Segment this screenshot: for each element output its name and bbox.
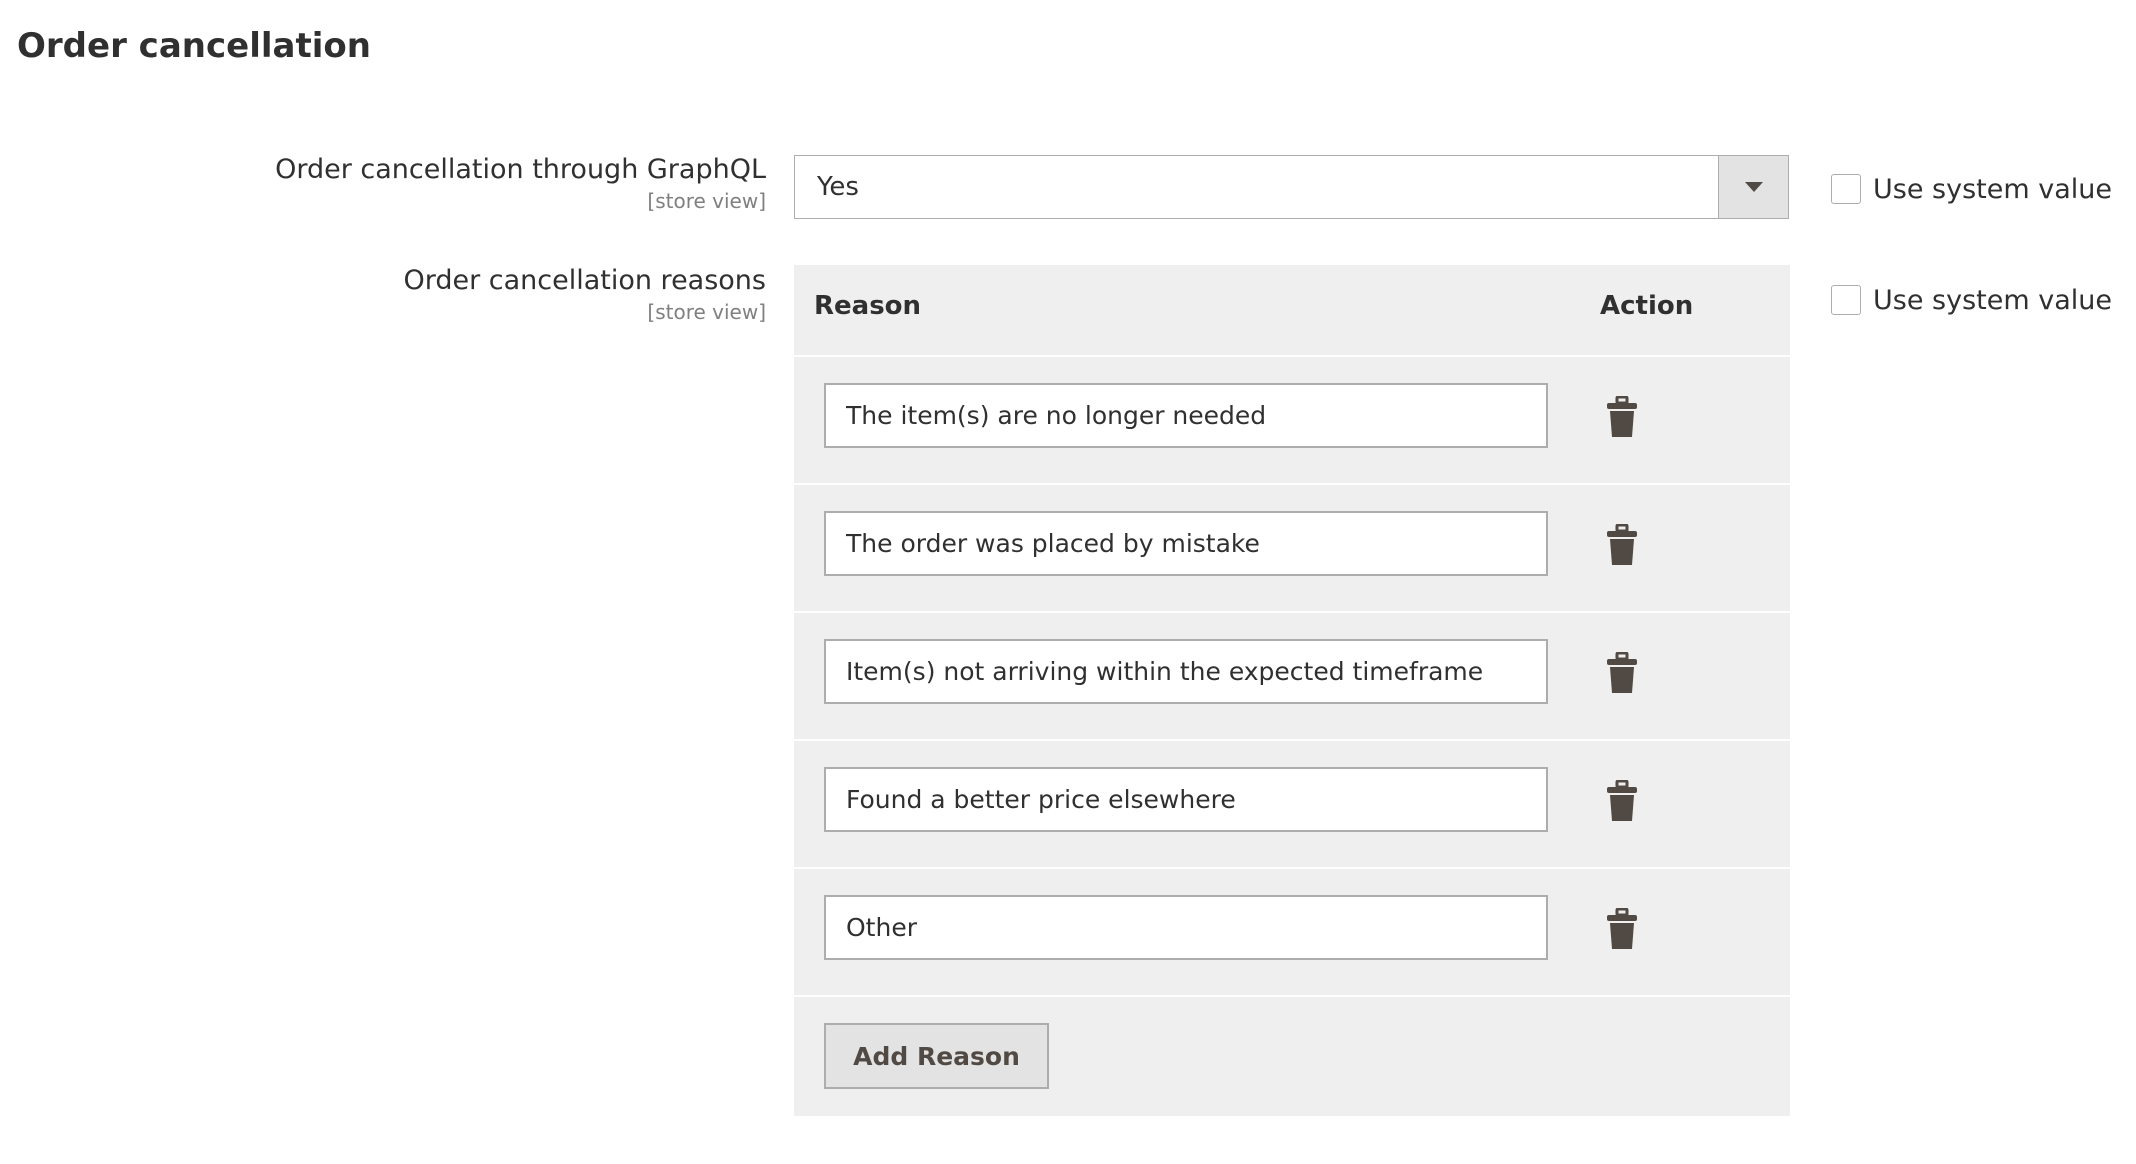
chevron-down-icon [1745, 182, 1763, 192]
reasons-scope: [store view] [647, 300, 766, 324]
reason-input[interactable] [824, 767, 1548, 832]
table-row [794, 485, 1790, 613]
table-row [794, 613, 1790, 741]
table-row [794, 741, 1790, 869]
delete-reason-button[interactable] [1602, 907, 1642, 951]
column-header-reason: Reason [814, 291, 922, 321]
reason-input[interactable] [824, 511, 1548, 576]
table-footer: Add Reason [794, 997, 1790, 1116]
graphql-select[interactable]: Yes [794, 155, 1789, 219]
reason-input[interactable] [824, 383, 1548, 448]
trash-icon [1607, 396, 1637, 437]
reasons-use-system-value[interactable]: Use system value [1831, 283, 2112, 317]
graphql-label: Order cancellation through GraphQL [275, 154, 766, 185]
section-title: Order cancellation [17, 26, 371, 66]
trash-icon [1607, 780, 1637, 821]
graphql-use-system-value-label[interactable]: Use system value [1873, 174, 2112, 205]
reasons-use-system-value-label[interactable]: Use system value [1873, 285, 2112, 316]
table-body [794, 357, 1790, 997]
graphql-select-value: Yes [817, 172, 859, 202]
reasons-field-label: Order cancellation reasons [store view] [66, 263, 766, 325]
reasons-table: Reason Action Add Reason [794, 265, 1790, 1116]
graphql-scope: [store view] [647, 189, 766, 213]
reasons-label: Order cancellation reasons [403, 265, 766, 296]
table-row [794, 357, 1790, 485]
graphql-use-system-value-checkbox[interactable] [1831, 174, 1861, 204]
delete-reason-button[interactable] [1602, 395, 1642, 439]
reason-input[interactable] [824, 639, 1548, 704]
trash-icon [1607, 908, 1637, 949]
graphql-field-label: Order cancellation through GraphQL [stor… [66, 152, 766, 214]
reasons-use-system-value-checkbox[interactable] [1831, 285, 1861, 315]
table-header: Reason Action [794, 265, 1790, 357]
trash-icon [1607, 652, 1637, 693]
delete-reason-button[interactable] [1602, 651, 1642, 695]
delete-reason-button[interactable] [1602, 779, 1642, 823]
delete-reason-button[interactable] [1602, 523, 1642, 567]
reason-input[interactable] [824, 895, 1548, 960]
add-reason-button[interactable]: Add Reason [824, 1023, 1049, 1089]
trash-icon [1607, 524, 1637, 565]
table-row [794, 869, 1790, 997]
select-toggle-button[interactable] [1718, 156, 1788, 218]
graphql-use-system-value[interactable]: Use system value [1831, 172, 2112, 206]
column-header-action: Action [1600, 291, 1694, 321]
